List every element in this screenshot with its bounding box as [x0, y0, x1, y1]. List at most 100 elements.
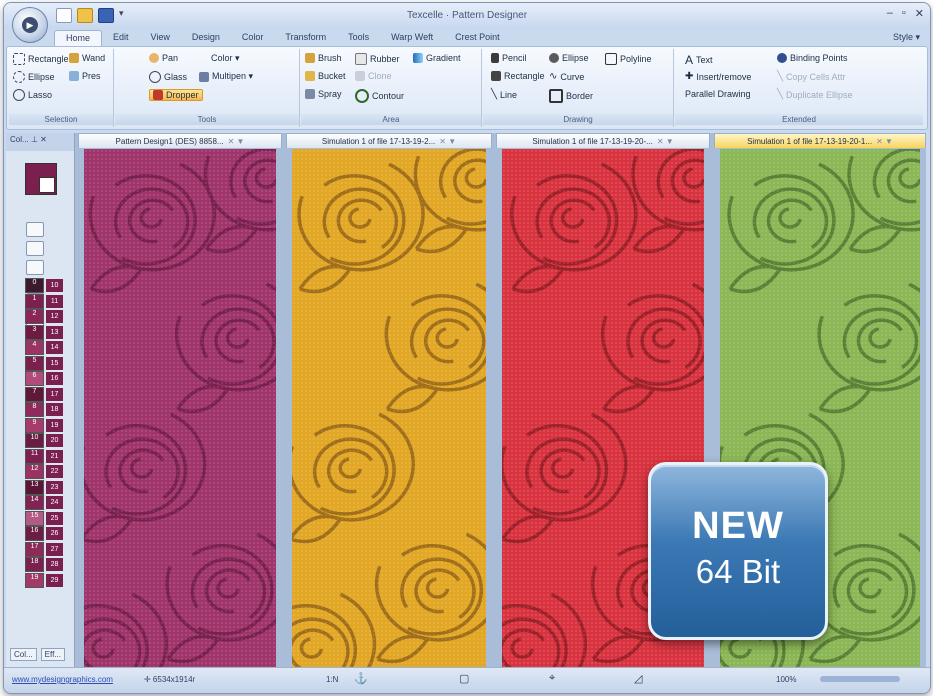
color-list-item[interactable]: 11 21 [25, 448, 71, 465]
color-list-item[interactable]: 12 22 [25, 464, 71, 480]
palette-icon[interactable] [26, 241, 44, 256]
color-list-item[interactable]: 14 24 [25, 495, 71, 511]
color-list-item[interactable]: 18 28 [25, 557, 71, 573]
tab-edit[interactable]: Edit [102, 30, 140, 46]
minimize-button[interactable]: – [887, 7, 893, 20]
color-index-label: 22 [46, 465, 63, 479]
close-button[interactable]: ✕ [915, 7, 924, 20]
border-button[interactable]: Border [549, 89, 593, 103]
pres-button[interactable]: Pres [69, 71, 101, 81]
website-link[interactable]: www.mydesigngraphics.com [12, 675, 113, 684]
color-index-label: 14 [46, 341, 63, 355]
gradient-label: Gradient [426, 53, 461, 63]
tab-tools[interactable]: Tools [337, 30, 380, 46]
tab-crest-point[interactable]: Crest Point [444, 30, 511, 46]
document-tab-simulation-1[interactable]: Simulation 1 of file 17-13-19-2... ✕ ▼ [286, 133, 492, 148]
rectangle-select-button[interactable]: Rectangle [13, 53, 69, 65]
tab-color[interactable]: Color [231, 30, 275, 46]
color-list-item[interactable]: 8 18 [25, 402, 71, 418]
color-list-item[interactable]: 7 17 [25, 386, 71, 403]
copy-cells-attr-button[interactable]: ╲ Copy Cells Attr [777, 71, 846, 82]
secondary-color-swatch[interactable] [39, 177, 55, 193]
polyline-button[interactable]: Polyline [605, 53, 652, 65]
close-tab-icon[interactable]: ✕ ▼ [657, 137, 674, 146]
fill-icon[interactable] [26, 260, 44, 275]
pointer-icon[interactable]: ⌖ [549, 672, 555, 685]
color-swatch: 11 [25, 448, 44, 464]
tab-view[interactable]: View [140, 30, 181, 46]
color-dropdown[interactable]: Color ▾ [211, 53, 240, 64]
color-swatch: 8 [25, 402, 44, 418]
rose-pattern-image [292, 149, 486, 667]
color-swatch: 14 [25, 495, 44, 511]
pattern-canvas-2[interactable] [292, 149, 486, 667]
style-menu[interactable]: Style ▾ [893, 32, 920, 43]
color-list-item[interactable]: 4 14 [25, 340, 71, 356]
brush-button[interactable]: Brush [305, 53, 342, 63]
color-list-item[interactable]: 5 15 [25, 355, 71, 372]
tab-effects[interactable]: Eff... [40, 648, 65, 661]
rectangle-draw-button[interactable]: Rectangle [491, 71, 545, 81]
pan-button[interactable]: Pan [149, 53, 178, 63]
eraser-icon [355, 53, 367, 65]
clone-button[interactable]: Clone [355, 71, 392, 81]
color-list-item[interactable]: 0 10 [25, 278, 71, 294]
color-list-item[interactable]: 16 26 [25, 526, 71, 542]
color-list-item[interactable]: 1 11 [25, 293, 71, 310]
color-index-label: 15 [46, 356, 63, 370]
close-tab-icon[interactable]: ✕ ▼ [228, 137, 245, 146]
pencil-button[interactable]: Pencil [491, 53, 527, 63]
gradient-button[interactable]: Gradient [413, 53, 461, 63]
color-index-label: 28 [46, 558, 63, 572]
binding-points-button[interactable]: Binding Points [777, 53, 848, 63]
close-tab-icon[interactable]: ✕ ▼ [876, 137, 893, 146]
ellipse-select-button[interactable]: Ellipse [13, 71, 55, 83]
color-panel-header[interactable]: Col... ⊥ ✕ [6, 133, 74, 151]
tab-warp-weft[interactable]: Warp Weft [380, 30, 444, 46]
ellipse-draw-button[interactable]: Ellipse [549, 53, 589, 63]
color-list-item[interactable]: 19 29 [25, 572, 71, 589]
tab-home[interactable]: Home [54, 30, 103, 46]
document-tab-simulation-2[interactable]: Simulation 1 of file 17-13-19-20-... ✕ ▼ [496, 133, 710, 148]
close-tab-icon[interactable]: ✕ ▼ [439, 137, 456, 146]
bucket-button[interactable]: Bucket [305, 71, 346, 81]
color-picker-icon[interactable] [26, 222, 44, 237]
color-list-item[interactable]: 2 12 [25, 309, 71, 325]
color-list-item[interactable]: 6 16 [25, 371, 71, 387]
frame-icon[interactable]: ▢ [459, 672, 469, 685]
wand-button[interactable]: Wand [69, 53, 105, 63]
spray-button[interactable]: Spray [305, 89, 342, 99]
multipen-dropdown[interactable]: Multipen ▾ [199, 71, 253, 82]
pattern-canvas-1[interactable] [84, 149, 276, 667]
glass-button[interactable]: Glass [149, 71, 187, 83]
tab-design[interactable]: Design [181, 30, 231, 46]
color-list-item[interactable]: 15 25 [25, 510, 71, 527]
color-swatch: 19 [25, 572, 44, 588]
color-list-item[interactable]: 17 27 [25, 541, 71, 558]
rubber-button[interactable]: Rubber [355, 53, 400, 65]
line-button[interactable]: ╲ Line [491, 89, 517, 100]
document-tab-pattern-design[interactable]: Pattern Design1 (DES) 8858... ✕ ▼ [78, 133, 282, 148]
document-tab-simulation-3[interactable]: Simulation 1 of file 17-13-19-20-1... ✕ ▼ [714, 133, 926, 148]
tab-transform[interactable]: Transform [274, 30, 337, 46]
anchor-icon[interactable]: ⚓ [354, 672, 368, 685]
tab-colors[interactable]: Col... [10, 648, 37, 661]
dropper-button[interactable]: Dropper [149, 89, 203, 101]
application-menu-button[interactable]: ▶ [12, 7, 48, 43]
lasso-button[interactable]: Lasso [13, 89, 52, 101]
transform-icon[interactable]: ◿ [634, 672, 642, 685]
color-list-item[interactable]: 3 13 [25, 324, 71, 341]
text-button[interactable]: A Text [685, 53, 713, 67]
color-list-item[interactable]: 13 23 [25, 479, 71, 496]
parallel-drawing-button[interactable]: Parallel Drawing [685, 89, 751, 99]
zoom-slider[interactable] [820, 676, 900, 682]
color-index-label: 17 [46, 387, 63, 401]
maximize-button[interactable]: ▫ [902, 7, 906, 20]
color-list-item[interactable]: 10 20 [25, 433, 71, 449]
insert-remove-button[interactable]: ✚ Insert/remove [685, 71, 751, 82]
contour-button[interactable]: Contour [355, 89, 404, 103]
duplicate-ellipse-button[interactable]: ╲ Duplicate Ellipse [777, 89, 853, 100]
color-index-label: 12 [46, 310, 63, 324]
color-list-item[interactable]: 9 19 [25, 417, 71, 434]
curve-button[interactable]: ∿ Curve [549, 71, 584, 82]
